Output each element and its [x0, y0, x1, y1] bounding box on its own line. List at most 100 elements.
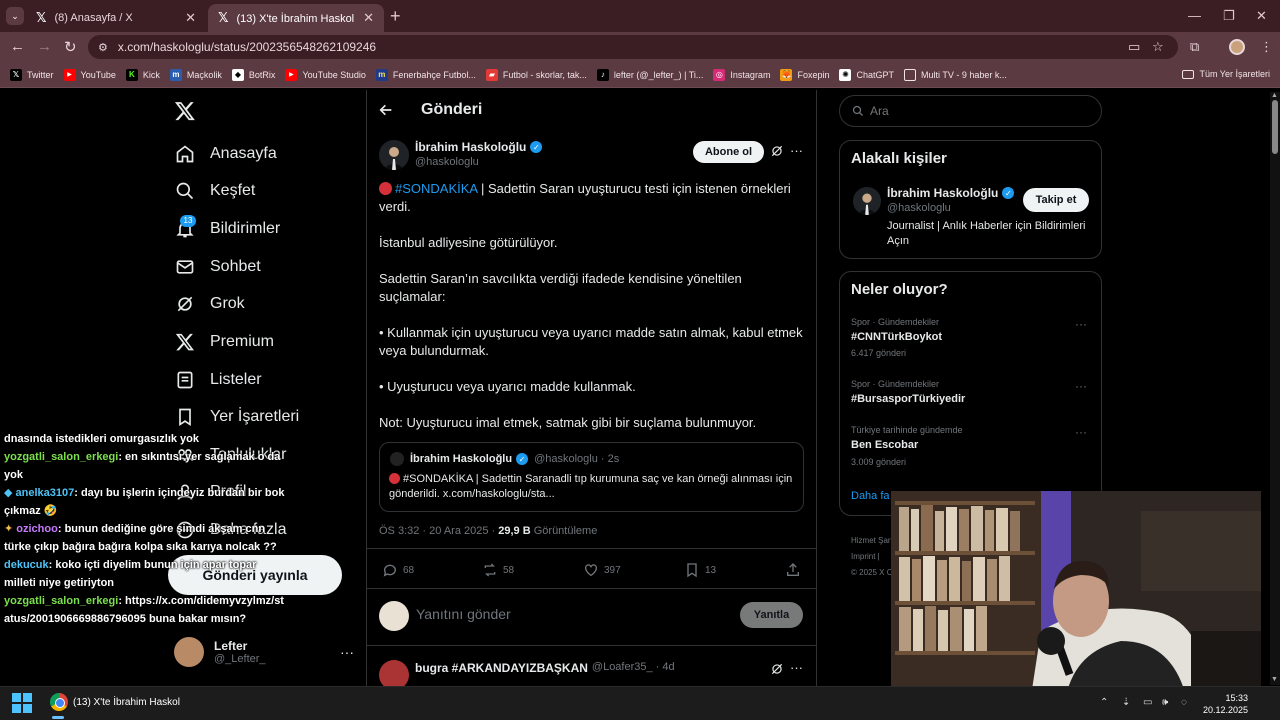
- subscribe-button[interactable]: Abone ol: [693, 141, 764, 163]
- divider: [367, 645, 816, 646]
- search-icon: [852, 105, 863, 116]
- bookmark-twitter[interactable]: 𝕏 Twitter: [10, 68, 54, 81]
- reply-action[interactable]: 68: [382, 562, 414, 578]
- scrollbar-thumb[interactable]: [1272, 100, 1278, 154]
- chat-message: yozgatli_salon_erkegi: en sıkıntısı yer …: [4, 451, 281, 481]
- nav-bookmarks[interactable]: Yer İşaretleri: [174, 402, 299, 432]
- bookmark-action[interactable]: 13: [684, 562, 716, 578]
- close-window-button[interactable]: ✕: [1256, 8, 1267, 24]
- avatar[interactable]: [853, 187, 881, 215]
- download-icon[interactable]: ⇣: [1122, 697, 1130, 708]
- address-bar[interactable]: ⚙ x.com/haskologlu/status/20023565482621…: [88, 35, 1178, 59]
- avatar: [390, 452, 404, 466]
- trend-category: Türkiye tarihinde gündemde: [851, 425, 963, 435]
- follow-button[interactable]: Takip et: [1023, 188, 1089, 212]
- chevron-up-icon[interactable]: ⌃: [1100, 697, 1108, 708]
- author-avatar[interactable]: [379, 140, 409, 170]
- scroll-down-icon[interactable]: ▼: [1271, 676, 1278, 683]
- reload-button[interactable]: ↻: [64, 38, 77, 56]
- more-options-icon[interactable]: ···: [1075, 425, 1087, 439]
- back-arrow-icon[interactable]: [378, 102, 394, 118]
- chrome-icon[interactable]: [50, 693, 68, 711]
- system-clock[interactable]: 15:33 20.12.2025: [1203, 692, 1248, 716]
- tab-current-post[interactable]: 𝕏 (13) X'te İbrahim Haskoloğlu: "🔴 ✕: [208, 4, 384, 32]
- chrome-menu-icon[interactable]: ⋮: [1260, 39, 1273, 55]
- bookmark-chatgpt[interactable]: ✺ ChatGPT: [839, 68, 894, 81]
- bookmark-mackolik[interactable]: m Maçkolik: [169, 68, 222, 81]
- more-options-icon[interactable]: ···: [790, 660, 803, 675]
- bookmark-futbol[interactable]: ▰ Futbol - skorlar, tak...: [485, 68, 587, 81]
- like-action[interactable]: 397: [583, 562, 621, 578]
- related-person-name[interactable]: İbrahim Haskoloğlu ✓: [887, 186, 1015, 200]
- cast-icon[interactable]: ▭: [1128, 39, 1140, 55]
- windows-start-icon[interactable]: [12, 693, 32, 713]
- verified-badge-icon: ✓: [516, 453, 529, 465]
- trend-item[interactable]: #BursasporTürkiyedir: [851, 393, 965, 405]
- more-options-icon[interactable]: ···: [1075, 317, 1087, 331]
- trend-item[interactable]: #CNNTürkBoykot: [851, 331, 942, 343]
- tab-search-button[interactable]: ⌄: [6, 7, 24, 25]
- bookmark-fenerbahce[interactable]: m Fenerbahçe Futbol...: [375, 68, 476, 81]
- reply-button[interactable]: Yanıtla: [740, 602, 803, 628]
- bookmark-youtube-studio[interactable]: ▶ YouTube Studio: [285, 68, 366, 81]
- new-tab-button[interactable]: +: [390, 6, 401, 27]
- reply-icon: [383, 564, 396, 577]
- search-input[interactable]: Ara: [839, 95, 1102, 127]
- nav-premium[interactable]: Premium: [174, 327, 274, 357]
- scroll-up-icon[interactable]: ▲: [1271, 92, 1278, 99]
- close-tab-icon[interactable]: ✕: [363, 10, 374, 26]
- bookmark-botrix[interactable]: ◆ BotRix: [231, 68, 275, 81]
- show-more-link[interactable]: Daha fazla göster: [851, 490, 889, 502]
- share-action[interactable]: [785, 562, 806, 578]
- repost-action[interactable]: 58: [482, 562, 514, 578]
- all-bookmarks-button[interactable]: Tüm Yer İşaretleri: [1182, 69, 1270, 79]
- bookmark-kick[interactable]: K Kick: [125, 68, 160, 81]
- x-favicon-icon: 𝕏: [218, 10, 229, 26]
- x-logo-icon[interactable]: [174, 100, 196, 122]
- chat-bubble-icon[interactable]: ◌: [1181, 697, 1187, 708]
- display-icon[interactable]: ▭: [1143, 697, 1152, 708]
- bookmark-icon: [174, 406, 196, 428]
- profile-avatar[interactable]: [1229, 39, 1245, 55]
- scrollbar[interactable]: [1270, 92, 1280, 685]
- nav-home[interactable]: Anasayfa: [174, 139, 277, 169]
- chat-username: anelka3107: [15, 487, 75, 499]
- author-handle[interactable]: @haskologlu: [415, 156, 479, 168]
- imprint-link[interactable]: Imprint |: [851, 549, 891, 565]
- close-tab-icon[interactable]: ✕: [185, 10, 196, 26]
- speaker-icon[interactable]: 🕪: [1162, 697, 1168, 708]
- bookmark-star-icon[interactable]: ☆: [1152, 39, 1164, 55]
- trend-count: 6.417 gönderi: [851, 348, 907, 358]
- flashscore-icon: ▰: [485, 68, 498, 81]
- hashtag-link[interactable]: #SONDAKİKA: [395, 181, 477, 196]
- nav-chat[interactable]: Sohbet: [174, 252, 261, 282]
- taskbar-window-label[interactable]: (13) X'te İbrahim Haskol: [73, 697, 180, 708]
- divider: [367, 588, 816, 589]
- bookmark-foxepin[interactable]: 🦊 Foxepin: [780, 68, 829, 81]
- chat-message: dekucuk: koko içti diyelim bunun için ap…: [4, 559, 257, 589]
- nav-explore[interactable]: Keşfet: [174, 176, 255, 206]
- grok-icon[interactable]: [770, 662, 784, 676]
- bookmark-youtube[interactable]: ▶ YouTube: [63, 68, 116, 81]
- grok-icon[interactable]: [770, 144, 784, 158]
- terms-link[interactable]: Hizmet Şartları: [851, 533, 891, 549]
- bookmark-multitv[interactable]: Multi TV - 9 haber k...: [904, 68, 1007, 81]
- back-button[interactable]: ←: [10, 38, 25, 55]
- more-options-icon[interactable]: ···: [790, 143, 803, 158]
- tab-anasayfa[interactable]: 𝕏 (8) Anasayfa / X ✕: [26, 4, 206, 32]
- nav-grok[interactable]: Grok: [174, 289, 245, 319]
- trend-item[interactable]: Ben Escobar: [851, 439, 918, 451]
- bookmark-instagram[interactable]: ◎ Instagram: [713, 68, 770, 81]
- nav-lists[interactable]: Listeler: [174, 365, 262, 395]
- author-name[interactable]: İbrahim Haskoloğlu ✓: [415, 140, 543, 154]
- forward-button[interactable]: →: [37, 38, 52, 55]
- extensions-icon[interactable]: ⧉: [1190, 39, 1199, 55]
- verified-badge-icon: ✓: [1002, 187, 1015, 199]
- minimize-button[interactable]: —: [1188, 8, 1201, 23]
- reply-input[interactable]: Yanıtını gönder: [416, 606, 511, 622]
- maximize-button[interactable]: ❐: [1223, 8, 1235, 24]
- site-info-icon[interactable]: ⚙: [98, 41, 108, 54]
- bookmark-tiktok[interactable]: ♪ lefter (@_lefter_) | Ti...: [596, 68, 703, 81]
- more-options-icon[interactable]: ···: [1075, 379, 1087, 393]
- chat-username: yozgatli_salon_erkegi: [4, 595, 119, 607]
